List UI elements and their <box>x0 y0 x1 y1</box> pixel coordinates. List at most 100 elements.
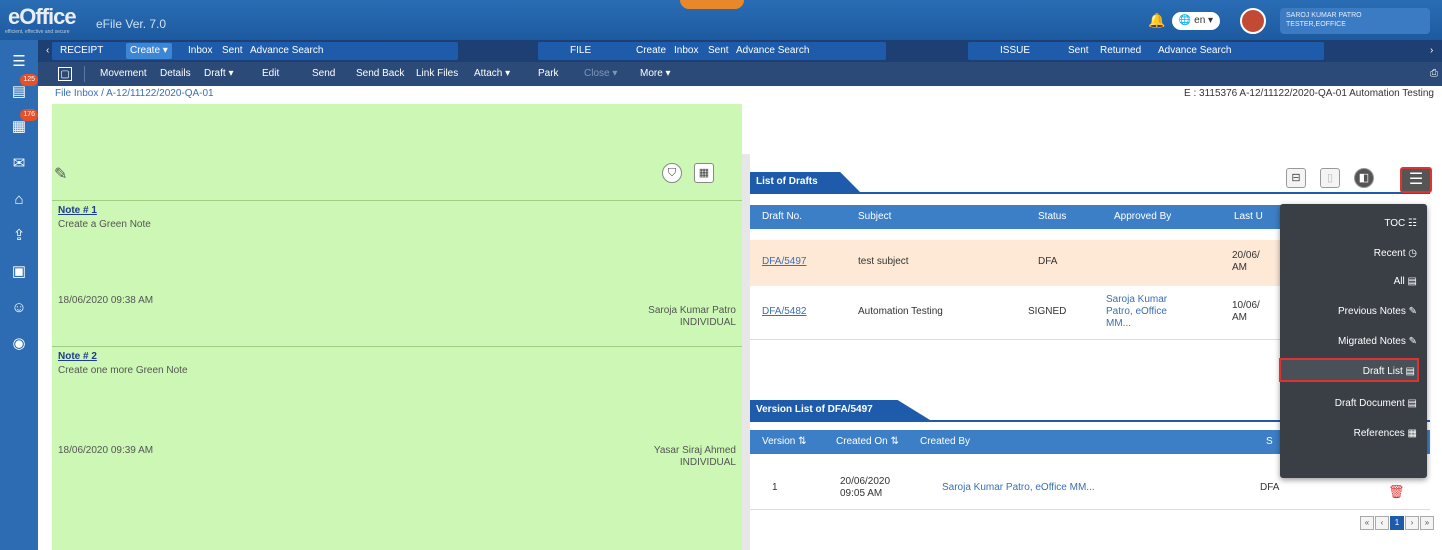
files-rail-icon[interactable]: ▣ <box>6 260 32 284</box>
notification-bell-icon[interactable]: 🔔 <box>1148 12 1165 28</box>
dispatch-rail-icon[interactable]: ⇪ <box>6 224 32 248</box>
col-status[interactable]: S <box>1266 436 1273 447</box>
menu-item-references[interactable]: References ▦ <box>1287 422 1417 446</box>
module-version: eFile Ver. 7.0 <box>96 17 167 31</box>
col-last-updated[interactable]: Last U <box>1234 211 1263 222</box>
col-approved-by[interactable]: Approved By <box>1114 211 1171 222</box>
col-created-on[interactable]: Created On ⇅ <box>836 436 899 447</box>
nav-issue-sent[interactable]: Sent <box>1064 43 1093 59</box>
table-row[interactable]: DFA/5482 Automation Testing SIGNED Saroj… <box>750 286 1310 340</box>
expand-icon[interactable]: ⊟ <box>1286 168 1306 188</box>
table-row[interactable]: DFA/5497 test subject DFA 20/06/ AM <box>750 240 1310 286</box>
menu-item-recent[interactable]: Recent ◷ <box>1287 242 1417 266</box>
file-toolbar: ▢ Movement Details Draft ▾ Edit Send Sen… <box>38 62 1442 86</box>
menu-item-draft-document[interactable]: Draft Document ▤ <box>1287 392 1417 416</box>
draft-no-link[interactable]: DFA/5497 <box>762 256 806 267</box>
nav-receipt-create[interactable]: Create ▾ <box>126 43 172 59</box>
version-status: DFA <box>1260 482 1280 493</box>
logo-tagline: efficient, effective and secure <box>5 29 70 35</box>
pager-last[interactable]: » <box>1420 516 1434 530</box>
nav-file-inbox[interactable]: Inbox <box>670 43 702 59</box>
toolbar-attach[interactable]: Attach ▾ <box>474 67 510 81</box>
toolbar-park[interactable]: Park <box>538 67 559 81</box>
toolbar-details[interactable]: Details <box>160 67 191 81</box>
draft-last-updated: 20/06/ AM <box>1232 250 1260 273</box>
nav-issue-returned[interactable]: Returned <box>1096 43 1145 59</box>
breadcrumb[interactable]: File Inbox / A-12/11122/2020-QA-01 <box>55 88 214 104</box>
nav-file-search[interactable]: Advance Search <box>732 43 813 59</box>
menu-icon[interactable]: ☰ <box>6 50 32 74</box>
menu-item-toc[interactable]: TOC ☷ <box>1287 212 1417 236</box>
version-created-by: Saroja Kumar Patro, eOffice MM... <box>942 482 1095 493</box>
nav-file-label: FILE <box>570 45 592 56</box>
mail-rail-icon[interactable]: ✉ <box>6 152 32 176</box>
app-header: eOffice efficient, effective and secure … <box>0 0 1442 40</box>
nav-file-create[interactable]: Create <box>632 43 670 59</box>
eoffice-logo: eOffice <box>8 4 77 29</box>
delete-icon[interactable]: 🗑 <box>1388 484 1405 500</box>
all-notes-icon: ▤ <box>1407 276 1417 287</box>
toolbar-close[interactable]: Close ▾ <box>584 67 617 81</box>
hamburger-menu-icon[interactable]: ☰ <box>1400 167 1432 193</box>
user-menu[interactable]: SAROJ KUMAR PATRO TESTER,EOFFICE <box>1280 8 1430 34</box>
note-text: Create a Green Note <box>58 219 151 230</box>
user-avatar[interactable] <box>1240 8 1266 34</box>
toolbar-edit[interactable]: Edit <box>262 67 279 81</box>
menu-item-migrated-notes[interactable]: Migrated Notes ✎ <box>1287 330 1417 354</box>
view-icon[interactable]: ◧ <box>1354 168 1374 188</box>
nav-issue-search[interactable]: Advance Search <box>1154 43 1235 59</box>
menu-item-all[interactable]: All ▤ <box>1287 270 1417 294</box>
toolbar-send-back[interactable]: Send Back <box>356 67 404 81</box>
col-subject[interactable]: Subject <box>858 211 891 222</box>
nav-receipt-inbox[interactable]: Inbox <box>184 43 216 59</box>
nav-receipt-sent[interactable]: Sent <box>218 43 247 59</box>
previous-notes-icon: ✎ <box>1408 306 1417 317</box>
home-rail-icon[interactable]: ⌂ <box>6 188 32 212</box>
col-version[interactable]: Version ⇅ <box>762 436 807 447</box>
draft-subject: test subject <box>858 256 909 267</box>
edit-note-icon[interactable]: ✎ <box>54 164 67 184</box>
nav-receipt-search[interactable]: Advance Search <box>246 43 327 59</box>
file-rail-icon[interactable]: ▦ 176 <box>6 109 38 139</box>
filter-icon[interactable]: ⛉ <box>662 163 682 183</box>
notes-view-menu: TOC ☷ Recent ◷ All ▤ Previous Notes ✎ Mi… <box>1279 204 1427 478</box>
notes-header <box>52 104 742 154</box>
pane-splitter[interactable] <box>742 154 750 550</box>
nav-forward-arrow[interactable]: › <box>1426 43 1437 59</box>
file-count-badge: 176 <box>20 109 38 121</box>
toolbar-movement[interactable]: Movement <box>100 67 147 81</box>
toolbar-link-files[interactable]: Link Files <box>416 67 458 81</box>
pager-next[interactable]: › <box>1405 516 1419 530</box>
note-title[interactable]: Note # 1 <box>58 205 97 216</box>
file-icon[interactable]: ▢ <box>58 67 72 81</box>
pager-page-1[interactable]: 1 <box>1390 516 1404 530</box>
doc-icon[interactable]: ▯ <box>1320 168 1340 188</box>
note-title[interactable]: Note # 2 <box>58 351 97 362</box>
col-status[interactable]: Status <box>1038 211 1066 222</box>
draft-status: DFA <box>1038 256 1058 267</box>
toolbar-divider <box>84 66 85 82</box>
clock-icon: ◷ <box>1408 248 1417 259</box>
drafts-table-header: Draft No. Subject Status Approved By Las… <box>750 205 1310 229</box>
print-icon[interactable]: ⎙ <box>1430 67 1438 81</box>
user-rail-icon[interactable]: ☺ <box>6 296 32 320</box>
draft-no-link[interactable]: DFA/5482 <box>762 306 806 317</box>
header-notch[interactable] <box>680 0 744 9</box>
migrated-notes-icon: ✎ <box>1408 336 1417 347</box>
toc-icon: ☷ <box>1408 218 1417 229</box>
col-draft-no[interactable]: Draft No. <box>762 211 802 222</box>
receipt-rail-icon[interactable]: ▤ 125 <box>6 74 38 104</box>
pager-first[interactable]: « <box>1360 516 1374 530</box>
calendar-icon[interactable]: ▦ <box>694 163 714 183</box>
toolbar-more[interactable]: More ▾ <box>640 67 671 81</box>
pager-prev[interactable]: ‹ <box>1375 516 1389 530</box>
menu-item-draft-list[interactable]: Draft List ▤ <box>1279 358 1419 382</box>
settings-rail-icon[interactable]: ◉ <box>6 332 32 356</box>
col-created-by[interactable]: Created By <box>920 436 970 447</box>
menu-item-previous-notes[interactable]: Previous Notes ✎ <box>1287 300 1417 324</box>
toolbar-draft[interactable]: Draft ▾ <box>204 67 233 81</box>
language-selector[interactable]: 🌐 en ▾ <box>1172 12 1220 30</box>
nav-file-sent[interactable]: Sent <box>704 43 733 59</box>
toolbar-send[interactable]: Send <box>312 67 335 81</box>
note-signer: Yasar Siraj Ahmed INDIVIDUAL <box>653 445 736 468</box>
